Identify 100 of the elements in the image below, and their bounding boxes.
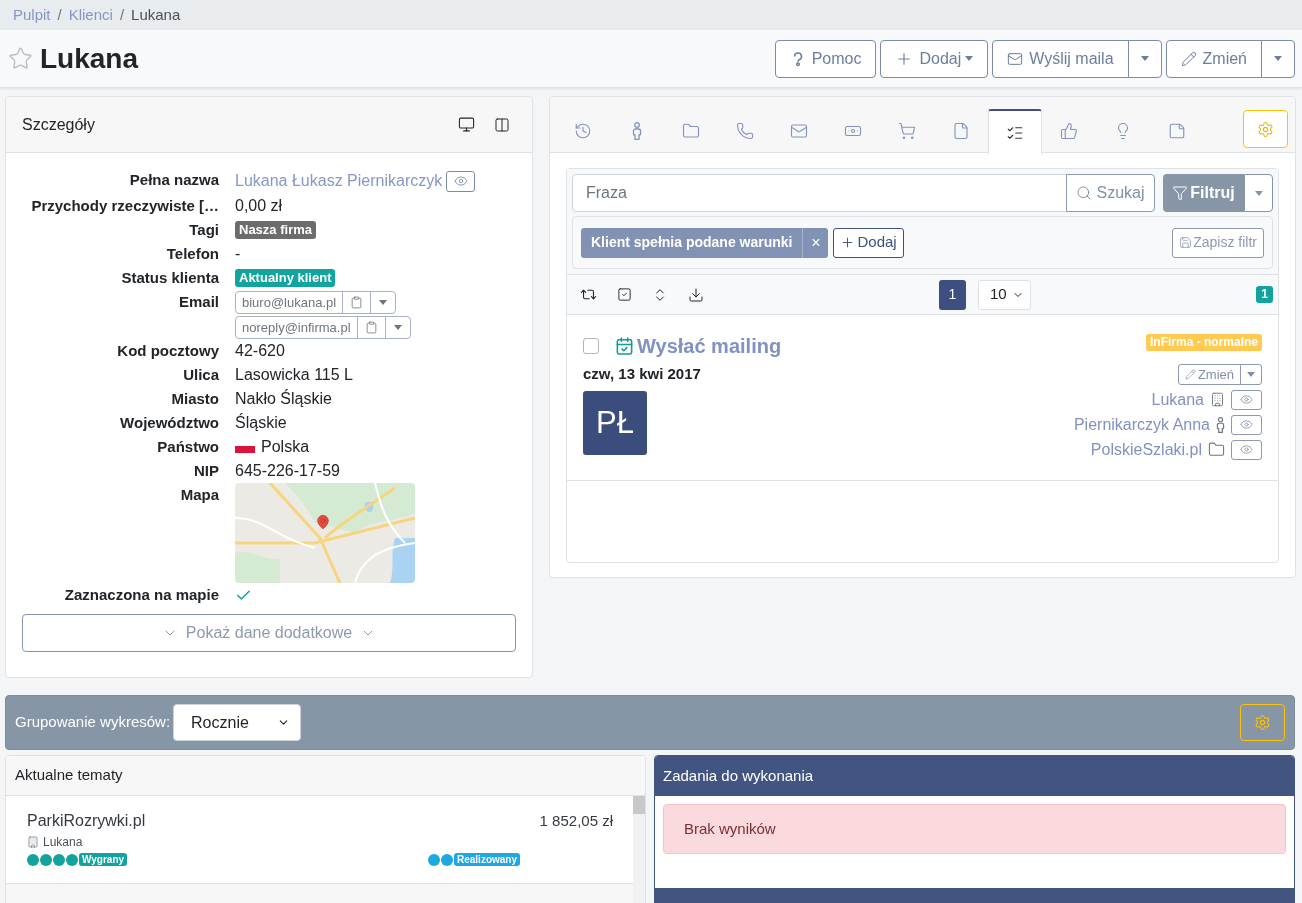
download-icon[interactable] <box>688 286 704 303</box>
check-square-icon[interactable] <box>617 287 632 302</box>
copy-button[interactable] <box>342 291 372 314</box>
caret-icon <box>1247 372 1255 377</box>
priority-badge: InFirma - normalne <box>1145 334 1262 351</box>
add-filter-button[interactable]: Dodaj <box>833 227 904 258</box>
remove-filter-button[interactable]: × <box>802 227 829 258</box>
history-icon <box>574 122 592 140</box>
email-field[interactable]: noreply@infirma.pl <box>235 316 358 339</box>
empty-alert: Brak wyników <box>663 804 1286 854</box>
field-value: Śląskie <box>235 412 287 433</box>
action-button[interactable]: Zmień <box>1165 39 1262 78</box>
document-icon <box>952 122 970 140</box>
breadcrumb-link[interactable]: Pulpit <box>13 3 51 27</box>
thumbs-up-icon <box>1060 122 1078 140</box>
show-more-button[interactable]: Pokaż dane dodatkowe <box>22 614 516 652</box>
plus-icon <box>840 235 856 250</box>
preview-button[interactable] <box>1231 439 1262 460</box>
grouping-select[interactable]: Rocznie <box>173 704 302 741</box>
full-name-link[interactable]: Lukana Łukasz Piernikarczyk <box>235 169 443 193</box>
columns-icon[interactable] <box>494 116 510 133</box>
eye-icon <box>453 174 468 188</box>
filter-icon <box>1172 185 1189 201</box>
save-filter-button[interactable]: Zapisz filtr <box>1172 227 1264 258</box>
dropdown-toggle[interactable] <box>1261 39 1295 78</box>
preview-button[interactable] <box>1231 389 1262 410</box>
cart-icon <box>898 122 916 140</box>
field-value: - <box>235 244 241 264</box>
field-label: Email <box>177 292 219 312</box>
breadcrumb-current: Lukana <box>131 4 181 25</box>
help-button[interactable]: Pomoc <box>774 39 877 78</box>
card-title: Aktualne tematy <box>15 765 123 786</box>
action-button[interactable]: Wyślij maila <box>992 39 1129 78</box>
topic-link[interactable]: ParkiRozrywki.pl <box>27 810 146 832</box>
search-icon <box>1076 185 1093 201</box>
related-link[interactable]: Lukana <box>1151 387 1204 412</box>
preview-button[interactable] <box>446 170 476 192</box>
checkbox[interactable] <box>583 338 599 354</box>
settings-button[interactable] <box>1240 704 1285 741</box>
tag-badge: Aktualny klient <box>235 269 336 287</box>
related-link[interactable]: PolskieSzlaki.pl <box>1090 437 1202 462</box>
edit-button[interactable]: Zmień <box>1177 364 1241 385</box>
dropdown-toggle[interactable] <box>370 291 397 314</box>
dropdown-toggle[interactable] <box>1244 174 1273 212</box>
note-icon <box>1168 122 1186 140</box>
grouping-label: Grupowanie wykresów: <box>15 712 171 733</box>
tag-badge: Nasza firma <box>235 221 316 239</box>
pencil-icon <box>1180 50 1197 67</box>
scrollbar-thumb[interactable] <box>633 796 645 814</box>
topic-amount: 1 852,05 zł <box>539 811 613 831</box>
dropdown-toggle[interactable] <box>1127 39 1162 78</box>
field-value: Lasowicka 115 L <box>235 365 353 385</box>
building-icon <box>1210 392 1225 407</box>
field-value: 645-226-17-59 <box>235 461 340 481</box>
field-label: Pełna nazwa <box>128 170 219 190</box>
field-label: Telefon <box>165 244 219 264</box>
caret-icon <box>1274 56 1282 61</box>
dropdown-toggle[interactable] <box>1240 364 1262 385</box>
folder-icon <box>682 122 700 140</box>
field-label: NIP <box>193 461 219 481</box>
field-label: Ulica <box>182 365 219 385</box>
star-icon[interactable] <box>8 46 33 71</box>
field-label: Przychody rzeczywiste [… <box>30 196 219 216</box>
search-field[interactable]: Fraza <box>572 174 1067 212</box>
card-title: Szczegóły <box>22 114 95 135</box>
dropdown-toggle[interactable] <box>384 316 411 339</box>
filter-button[interactable]: Filtruj <box>1163 174 1244 212</box>
email-field[interactable]: biuro@lukana.pl <box>235 291 344 314</box>
field-value: 42-620 <box>235 341 285 361</box>
filter-chip[interactable]: Klient spełnia podane warunki <box>581 227 803 258</box>
checklist-tab[interactable] <box>988 109 1042 154</box>
field-label: Mapa <box>179 485 219 505</box>
task-date: czw, 13 kwi 2017 <box>583 364 701 384</box>
search-button[interactable]: Szukaj <box>1066 174 1155 212</box>
page-button[interactable]: 1 <box>939 279 966 310</box>
settings-icon <box>1257 120 1274 138</box>
field-label: Status klienta <box>120 268 219 288</box>
clipboard-icon <box>350 296 364 309</box>
page-size-select[interactable]: 10 <box>978 279 1031 310</box>
status-badge: Realizowany <box>454 853 521 866</box>
scrollbar[interactable] <box>633 796 645 903</box>
breadcrumb-link[interactable]: Klienci <box>68 3 113 27</box>
related-link[interactable]: Piernikarczyk Anna <box>1073 412 1210 437</box>
eye-icon <box>1240 443 1253 456</box>
breadcrumb-separator: / <box>119 4 125 25</box>
field-label: Województwo <box>119 413 219 433</box>
preview-button[interactable] <box>1231 414 1262 435</box>
folder-icon <box>1208 441 1225 458</box>
status-badge: Wygrany <box>79 853 128 866</box>
settings-button[interactable] <box>1243 110 1288 148</box>
add-dropdown-button[interactable]: Dodaj <box>880 39 989 78</box>
card-title: Zadania do wykonania <box>663 765 814 786</box>
caret-icon <box>379 300 388 305</box>
copy-button[interactable] <box>356 316 386 339</box>
caret-icon <box>393 325 402 330</box>
field-label: Tagi <box>188 220 219 240</box>
avatar: PŁ <box>583 391 647 455</box>
map-drawing[interactable] <box>235 483 415 583</box>
monitor-icon[interactable] <box>458 116 475 133</box>
task-title-link[interactable]: Wysłać mailing <box>637 333 782 359</box>
